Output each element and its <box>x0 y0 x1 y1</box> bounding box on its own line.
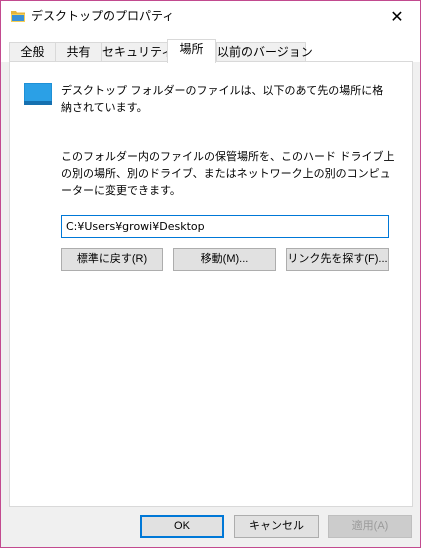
title-bar[interactable]: デスクトップのプロパティ ✕ <box>1 1 420 32</box>
tab-location[interactable]: 場所 <box>167 39 216 63</box>
close-button[interactable]: ✕ <box>374 1 420 32</box>
tab-previous-versions[interactable]: 以前のバージョン <box>216 42 313 62</box>
folder-icon <box>11 10 25 22</box>
cancel-button[interactable]: キャンセル <box>234 515 319 538</box>
find-target-button[interactable]: リンク先を探す(F)... <box>286 248 389 271</box>
ok-button[interactable]: OK <box>140 515 224 538</box>
desktop-folder-icon <box>24 83 52 105</box>
tab-security[interactable]: セキュリティ <box>101 42 173 62</box>
location-description: デスクトップ フォルダーのファイルは、以下のあて先の場所に格納されています。 <box>61 84 384 114</box>
apply-button[interactable]: 適用(A) <box>328 515 412 538</box>
location-panel: デスクトップ フォルダーのファイルは、以下のあて先の場所に格納されています。 こ… <box>9 61 413 507</box>
location-instructions: このフォルダー内のファイルの保管場所を、このハード ドライブ上の別の場所、別のド… <box>61 150 395 197</box>
window-title: デスクトップのプロパティ <box>31 9 175 23</box>
restore-default-button[interactable]: 標準に戻す(R) <box>61 248 163 271</box>
properties-window: デスクトップのプロパティ ✕ 全般 共有 セキュリティ 場所 以前のバージョン … <box>0 0 421 548</box>
tab-general[interactable]: 全般 <box>9 42 56 62</box>
location-path-input[interactable] <box>61 215 389 238</box>
close-icon: ✕ <box>390 6 404 26</box>
tab-sharing[interactable]: 共有 <box>55 42 102 62</box>
move-button[interactable]: 移動(M)... <box>173 248 276 271</box>
tab-bar: 全般 共有 セキュリティ 場所 以前のバージョン <box>1 32 420 63</box>
